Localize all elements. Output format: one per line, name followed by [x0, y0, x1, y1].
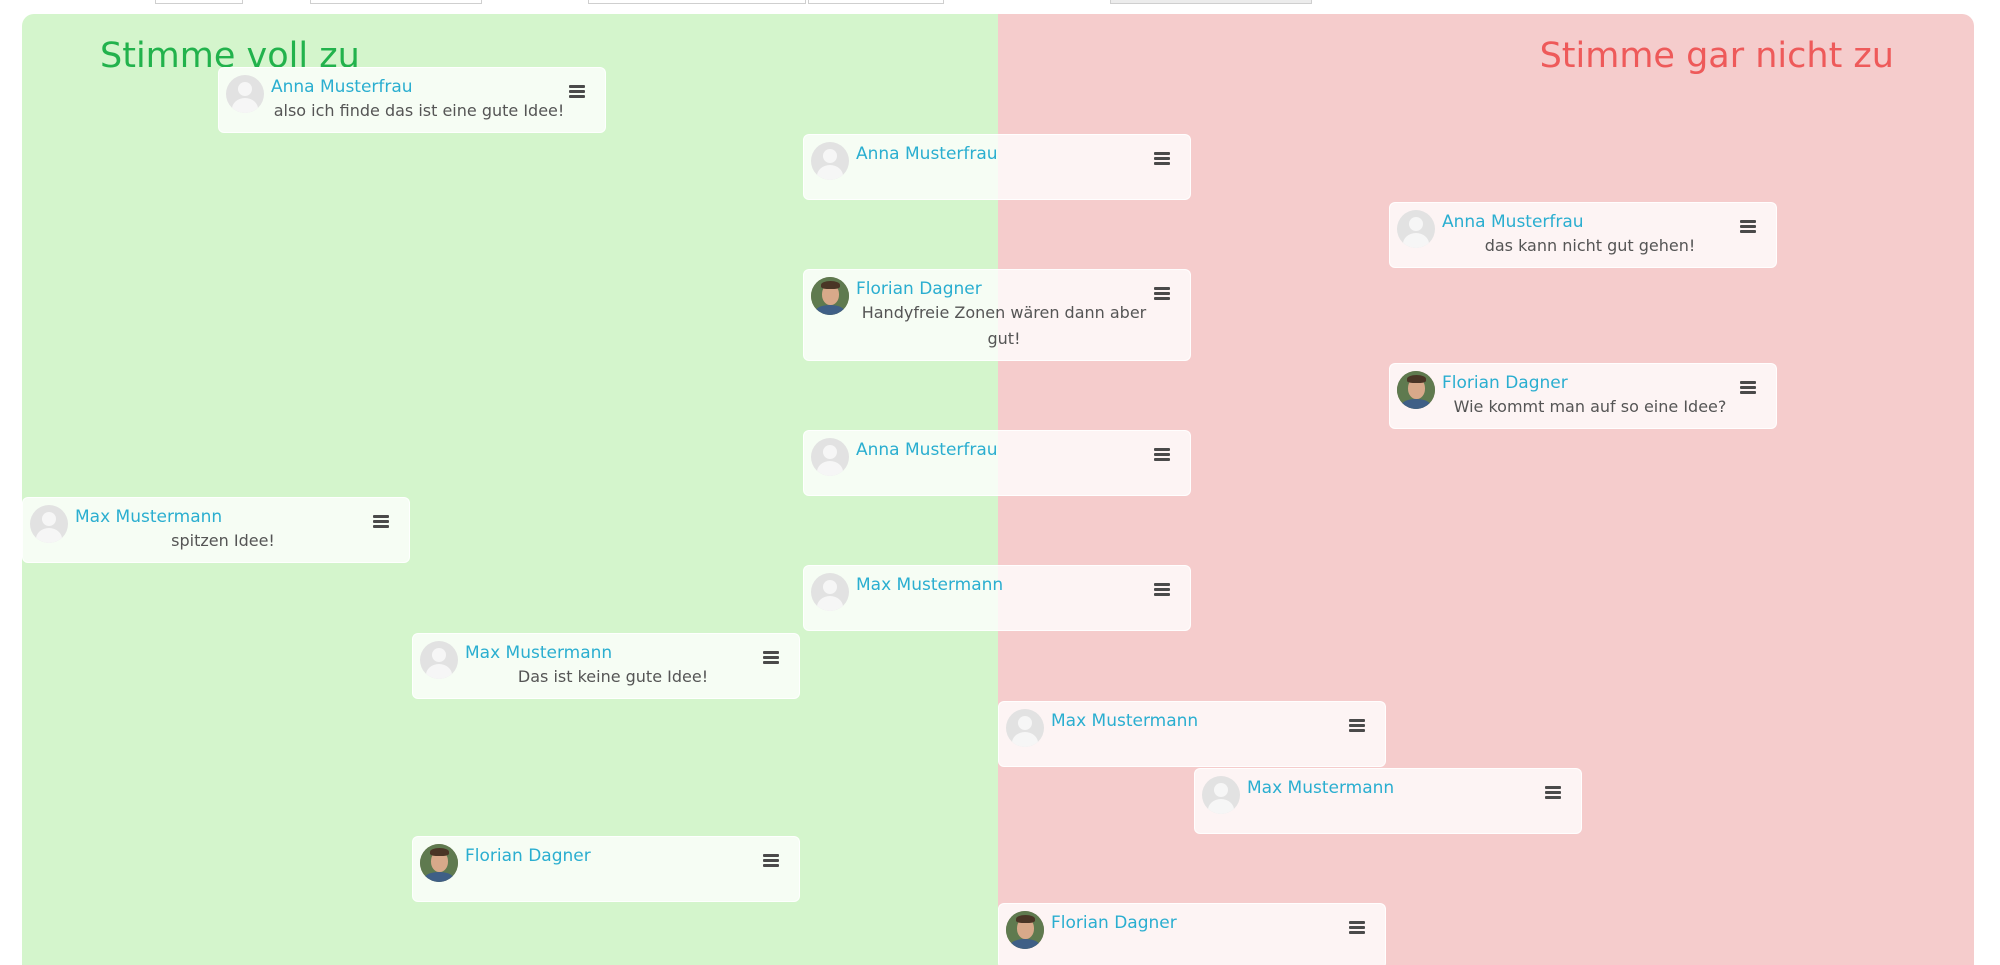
placeholder-avatar — [811, 142, 849, 180]
placeholder-avatar — [1397, 210, 1435, 248]
comment-card[interactable]: Florian Dagner — [412, 836, 800, 902]
hamburger-menu-icon[interactable] — [1349, 719, 1365, 733]
photo-avatar — [1006, 911, 1044, 949]
placeholder-avatar — [30, 505, 68, 543]
comment-card[interactable]: Max Mustermann — [998, 701, 1386, 767]
author-link[interactable]: Anna Musterfrau — [1442, 211, 1724, 233]
comment-text: das kann nicht gut gehen! — [1484, 236, 1696, 255]
placeholder-avatar — [420, 641, 458, 679]
placeholder-avatar — [1006, 709, 1044, 747]
hamburger-menu-icon[interactable] — [1154, 287, 1170, 301]
toolbar-field[interactable] — [588, 0, 806, 4]
comment-text: Das ist keine gute Idee! — [517, 667, 709, 686]
author-link[interactable]: Max Mustermann — [75, 506, 357, 528]
comment-text: spitzen Idee! — [171, 531, 275, 550]
author-link[interactable]: Anna Musterfrau — [271, 76, 553, 98]
comment-card[interactable]: Max Mustermann Das ist keine gute Idee! — [412, 633, 800, 699]
comment-card[interactable]: Florian Dagner Wie kommt man auf so eine… — [1389, 363, 1777, 429]
author-link[interactable]: Max Mustermann — [465, 642, 747, 664]
author-link[interactable]: Max Mustermann — [856, 574, 1138, 596]
comment-card[interactable]: Max Mustermann — [1194, 768, 1582, 834]
author-link[interactable]: Max Mustermann — [1051, 710, 1333, 732]
photo-avatar — [1397, 371, 1435, 409]
author-link[interactable]: Florian Dagner — [856, 278, 1138, 300]
top-toolbar-remnant — [0, 0, 2000, 12]
placeholder-avatar — [1202, 776, 1240, 814]
author-link[interactable]: Florian Dagner — [1442, 372, 1724, 394]
toolbar-field[interactable] — [310, 0, 482, 4]
toolbar-field[interactable] — [808, 0, 944, 4]
hamburger-menu-icon[interactable] — [763, 854, 779, 868]
hamburger-menu-icon[interactable] — [1349, 921, 1365, 935]
hamburger-menu-icon[interactable] — [1154, 152, 1170, 166]
comment-card[interactable]: Florian Dagner — [998, 903, 1386, 965]
hamburger-menu-icon[interactable] — [569, 85, 585, 99]
hamburger-menu-icon[interactable] — [1154, 448, 1170, 462]
toolbar-button[interactable] — [1110, 0, 1312, 4]
comment-card[interactable]: Anna Musterfrau — [803, 134, 1191, 200]
hamburger-menu-icon[interactable] — [373, 515, 389, 529]
hamburger-menu-icon[interactable] — [1545, 786, 1561, 800]
placeholder-avatar — [226, 75, 264, 113]
disagree-label: Stimme gar nicht zu — [1539, 36, 1894, 76]
comment-card[interactable]: Anna Musterfrau also ich finde das ist e… — [218, 67, 606, 133]
author-link[interactable]: Max Mustermann — [1247, 777, 1529, 799]
opinion-board: Stimme voll zu Stimme gar nicht zu Anna … — [22, 14, 1974, 965]
comment-text: Wie kommt man auf so eine Idee? — [1453, 397, 1727, 416]
author-link[interactable]: Anna Musterfrau — [856, 143, 1138, 165]
comment-card[interactable]: Max Mustermann — [803, 565, 1191, 631]
author-link[interactable]: Anna Musterfrau — [856, 439, 1138, 461]
photo-avatar — [811, 277, 849, 315]
hamburger-menu-icon[interactable] — [1154, 583, 1170, 597]
hamburger-menu-icon[interactable] — [763, 651, 779, 665]
comment-card[interactable]: Anna Musterfrau — [803, 430, 1191, 496]
comment-card[interactable]: Anna Musterfrau das kann nicht gut gehen… — [1389, 202, 1777, 268]
comment-text: also ich finde das ist eine gute Idee! — [273, 101, 565, 120]
author-link[interactable]: Florian Dagner — [1051, 912, 1333, 934]
hamburger-menu-icon[interactable] — [1740, 381, 1756, 395]
toolbar-field[interactable] — [155, 0, 243, 4]
placeholder-avatar — [811, 573, 849, 611]
photo-avatar — [420, 844, 458, 882]
comment-text: Handyfreie Zonen wären dann aber gut! — [861, 303, 1147, 348]
placeholder-avatar — [811, 438, 849, 476]
hamburger-menu-icon[interactable] — [1740, 220, 1756, 234]
comment-card[interactable]: Florian Dagner Handyfreie Zonen wären da… — [803, 269, 1191, 361]
comment-card[interactable]: Max Mustermann spitzen Idee! — [22, 497, 410, 563]
author-link[interactable]: Florian Dagner — [465, 845, 747, 867]
